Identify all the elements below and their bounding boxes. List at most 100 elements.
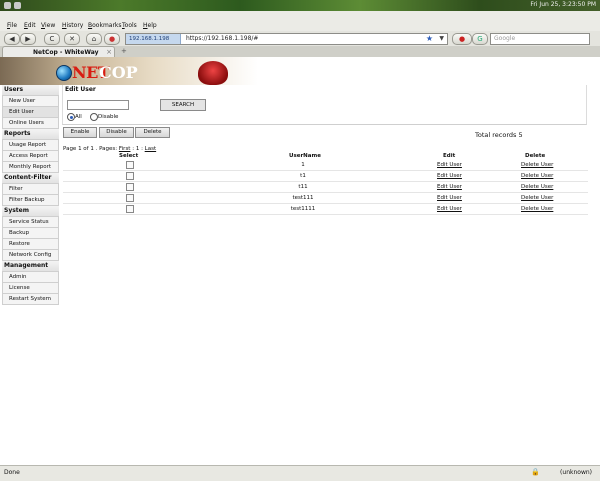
edit-user-link[interactable]: Edit User [437,160,462,170]
sidebar-item-admin[interactable]: Admin [2,272,59,283]
edit-user-link[interactable]: Edit User [437,182,462,192]
sidebar-item-filter-backup[interactable]: Filter Backup [2,195,59,206]
menu-bar: File Edit View History Bookmarks Tools H… [0,11,600,32]
table-row: t11 Edit User Delete User [63,182,588,193]
pagination: Page 1 of 1 . Pages: First : 1 : Last [63,145,156,153]
tab-netcop[interactable]: NetCop - WhiteWay × [2,46,115,57]
pager-prefix: Page 1 of 1 . Pages: [63,146,119,152]
new-tab-icon[interactable]: + [121,47,127,55]
radio-all[interactable] [67,113,75,121]
menu-file[interactable]: File [7,22,17,29]
column-header-delete: Delete [525,153,546,159]
app-launcher-icon[interactable] [4,2,11,9]
search-placeholder: Google [494,35,516,42]
bookmark-star-icon[interactable]: ★ [426,34,433,44]
addon-icon[interactable]: ● [104,33,120,45]
radio-disable-label: Disable [98,114,119,120]
sidebar-item-online-users[interactable]: Online Users [2,118,59,129]
site-identity-badge[interactable]: 192.168.1.198 [126,34,181,44]
username-cell: test111 [292,195,314,201]
menu-help[interactable]: Help [143,22,157,29]
desktop-panel: Fri Jun 25, 3:23:50 PM [0,0,600,11]
search-panel: Edit User SEARCH All Disable [62,85,587,125]
row-select-checkbox[interactable] [126,205,134,213]
user-search-input[interactable] [67,100,129,110]
disable-button[interactable]: Disable [99,127,134,138]
edit-user-link[interactable]: Edit User [437,171,462,181]
table-row: 1 Edit User Delete User [63,160,588,171]
column-header-edit: Edit [443,153,456,159]
home-button[interactable]: ⌂ [86,33,102,45]
radio-all-label: All [75,114,82,120]
delete-user-link[interactable]: Delete User [521,204,553,214]
row-select-checkbox[interactable] [126,161,134,169]
edit-user-link[interactable]: Edit User [437,204,462,214]
sidebar-item-backup[interactable]: Backup [2,228,59,239]
tab-title: NetCop - WhiteWay [33,49,99,56]
delete-button[interactable]: Delete [135,127,170,138]
edit-user-link[interactable]: Edit User [437,193,462,203]
sidebar-item-new-user[interactable]: New User [2,96,59,107]
reload-button[interactable]: C [44,33,60,45]
table-body: 1 Edit User Delete User t1 Edit User Delete U… [63,160,588,215]
status-text: Done [4,469,20,476]
sidebar-item-usage-report[interactable]: Usage Report [2,140,59,151]
radio-disable[interactable] [90,113,98,121]
search-engine-icon[interactable]: G [472,33,488,45]
menu-view[interactable]: View [41,22,55,29]
row-select-checkbox[interactable] [126,172,134,180]
logo-cop: COP [99,63,138,82]
sidebar-item-access-report[interactable]: Access Report [2,151,59,162]
sidebar-item-license[interactable]: License [2,283,59,294]
sidebar-heading-management: Management [2,261,59,272]
back-button[interactable]: ◀ [4,33,20,45]
table-row: test111 Edit User Delete User [63,193,588,204]
sidebar-item-restart-system[interactable]: Restart System [2,294,59,305]
search-button[interactable]: SEARCH [160,99,206,111]
tab-close-icon[interactable]: × [106,47,112,57]
status-right: (unknown) [560,469,592,476]
stop-sign-icon[interactable]: ● [452,33,472,45]
delete-user-link[interactable]: Delete User [521,160,553,170]
lock-icon[interactable]: 🔒 [531,468,540,476]
stop-button[interactable]: ✕ [64,33,80,45]
sidebar-heading-reports: Reports [2,129,59,140]
chevron-down-icon[interactable]: ▼ [439,34,444,44]
app-launcher-icon[interactable] [14,2,21,9]
row-select-checkbox[interactable] [126,183,134,191]
delete-user-link[interactable]: Delete User [521,171,553,181]
pager-last-link[interactable]: Last [145,146,156,152]
sidebar-item-service-status[interactable]: Service Status [2,217,59,228]
sidebar-item-network-config[interactable]: Network Config [2,250,59,261]
search-input[interactable]: Google [490,33,590,45]
username-cell: t11 [298,184,308,190]
clock: Fri Jun 25, 3:23:50 PM [530,1,596,8]
sidebar-heading-system: System [2,206,59,217]
sidebar-item-filter[interactable]: Filter [2,184,59,195]
row-select-checkbox[interactable] [126,194,134,202]
delete-user-link[interactable]: Delete User [521,182,553,192]
delete-user-link[interactable]: Delete User [521,193,553,203]
globe-icon [56,65,72,81]
web-page: NET COP Users New User Edit User Online … [0,57,600,465]
sidebar-item-edit-user[interactable]: Edit User [2,107,59,118]
sidebar-item-restore[interactable]: Restore [2,239,59,250]
status-bar: Done 🔒 (unknown) [0,465,600,481]
menu-bookmarks[interactable]: Bookmarks [88,22,122,29]
username-cell: test1111 [290,206,316,212]
netcop-banner: NET COP [0,57,258,85]
username-cell: 1 [301,162,305,168]
url-bar[interactable]: 192.168.1.198 https://192.168.1.198/# ★ … [125,33,448,45]
forward-button[interactable]: ▶ [20,33,36,45]
enable-button[interactable]: Enable [63,127,97,138]
column-header-select: Select [119,153,139,159]
username-cell: t1 [300,173,306,179]
sidebar-item-monthly-report[interactable]: Monthly Report [2,162,59,173]
url-text[interactable]: https://192.168.1.198/# [186,34,258,44]
table-row: test1111 Edit User Delete User [63,204,588,215]
menu-edit[interactable]: Edit [24,22,36,29]
mascot-logo [198,61,228,85]
menu-history[interactable]: History [62,22,83,29]
menu-tools[interactable]: Tools [122,22,137,29]
column-header-username: UserName [289,153,321,159]
